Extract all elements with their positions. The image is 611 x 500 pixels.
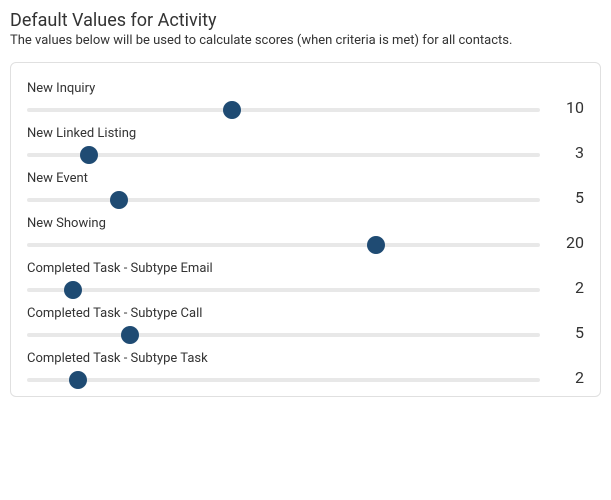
slider-row: New Inquiry 10	[27, 81, 584, 112]
slider-value: 10	[554, 100, 584, 116]
slider-track[interactable]	[27, 153, 540, 157]
slider-thumb[interactable]	[64, 281, 82, 299]
slider-block: New Event	[27, 171, 540, 202]
slider-label: New Event	[27, 171, 540, 186]
slider-track[interactable]	[27, 243, 540, 247]
slider-label: New Linked Listing	[27, 126, 540, 141]
slider-label: Completed Task - Subtype Task	[27, 351, 540, 366]
slider-thumb[interactable]	[367, 236, 385, 254]
slider-block: Completed Task - Subtype Email	[27, 261, 540, 292]
slider-thumb[interactable]	[121, 326, 139, 344]
slider-row: New Showing 20	[27, 216, 584, 247]
slider-row: New Event 5	[27, 171, 584, 202]
slider-row: Completed Task - Subtype Email 2	[27, 261, 584, 292]
slider-value: 5	[554, 325, 584, 341]
slider-thumb[interactable]	[223, 101, 241, 119]
slider-row: Completed Task - Subtype Task 2	[27, 351, 584, 382]
slider-thumb[interactable]	[110, 191, 128, 209]
slider-label: New Showing	[27, 216, 540, 231]
slider-label: New Inquiry	[27, 81, 540, 96]
slider-block: New Inquiry	[27, 81, 540, 112]
page-title: Default Values for Activity	[10, 10, 601, 31]
slider-track[interactable]	[27, 198, 540, 202]
slider-label: Completed Task - Subtype Email	[27, 261, 540, 276]
slider-value: 2	[554, 370, 584, 386]
header: Default Values for Activity The values b…	[10, 10, 601, 48]
slider-value: 3	[554, 145, 584, 161]
slider-track[interactable]	[27, 288, 540, 292]
slider-thumb[interactable]	[69, 371, 87, 389]
sliders-panel: New Inquiry 10 New Linked Listing 3 New …	[10, 62, 601, 397]
slider-block: New Showing	[27, 216, 540, 247]
slider-block: New Linked Listing	[27, 126, 540, 157]
slider-label: Completed Task - Subtype Call	[27, 306, 540, 321]
slider-value: 2	[554, 280, 584, 296]
slider-block: Completed Task - Subtype Task	[27, 351, 540, 382]
slider-track[interactable]	[27, 108, 540, 112]
slider-track[interactable]	[27, 378, 540, 382]
slider-block: Completed Task - Subtype Call	[27, 306, 540, 337]
slider-thumb[interactable]	[80, 146, 98, 164]
slider-value: 20	[554, 235, 584, 251]
page-subtitle: The values below will be used to calcula…	[10, 33, 601, 48]
slider-row: New Linked Listing 3	[27, 126, 584, 157]
slider-row: Completed Task - Subtype Call 5	[27, 306, 584, 337]
slider-track[interactable]	[27, 333, 540, 337]
slider-value: 5	[554, 190, 584, 206]
